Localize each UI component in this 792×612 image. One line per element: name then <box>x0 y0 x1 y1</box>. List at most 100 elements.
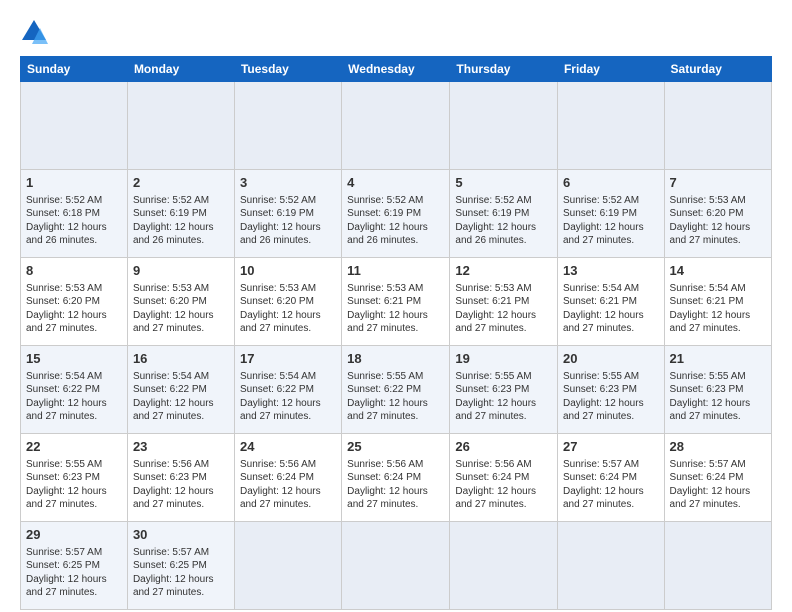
calendar-cell: 29 Sunrise: 5:57 AM Sunset: 6:25 PM Dayli… <box>21 522 128 610</box>
logo <box>20 18 52 46</box>
day-info: Sunrise: 5:52 AM Sunset: 6:19 PM Dayligh… <box>347 194 444 248</box>
day-number: 28 <box>670 438 766 456</box>
day-info: Sunrise: 5:55 AM Sunset: 6:23 PM Dayligh… <box>563 370 659 424</box>
day-number: 13 <box>563 262 659 280</box>
day-number: 17 <box>240 350 336 368</box>
calendar-cell <box>557 522 664 610</box>
day-info: Sunrise: 5:54 AM Sunset: 6:22 PM Dayligh… <box>26 370 122 424</box>
calendar-cell: 26Sunrise: 5:56 AM Sunset: 6:24 PM Dayli… <box>450 434 558 522</box>
day-number: 27 <box>563 438 659 456</box>
day-number: 22 <box>26 438 122 456</box>
calendar-cell <box>21 82 128 170</box>
day-number: 15 <box>26 350 122 368</box>
calendar-day-header: Friday <box>557 57 664 82</box>
day-number: 18 <box>347 350 444 368</box>
day-info: Sunrise: 5:56 AM Sunset: 6:24 PM Dayligh… <box>455 458 552 512</box>
calendar-day-header: Monday <box>127 57 234 82</box>
day-number: 16 <box>133 350 229 368</box>
calendar-cell: 18 Sunrise: 5:55 AM Sunset: 6:22 PM Dayli… <box>342 346 450 434</box>
day-number: 3 <box>240 174 336 192</box>
day-info: Sunrise: 5:53 AM Sunset: 6:20 PM Dayligh… <box>26 282 122 336</box>
day-number: 29 <box>26 526 122 544</box>
day-info: Sunrise: 5:54 AM Sunset: 6:22 PM Dayligh… <box>240 370 336 424</box>
calendar-cell: 19 Sunrise: 5:55 AM Sunset: 6:23 PM Dayli… <box>450 346 558 434</box>
day-number: 12 <box>455 262 552 280</box>
day-number: 14 <box>670 262 766 280</box>
day-number: 19 <box>455 350 552 368</box>
calendar-cell: 25 Sunrise: 5:56 AM Sunset: 6:24 PM Dayli… <box>342 434 450 522</box>
calendar-cell: 23Sunrise: 5:56 AM Sunset: 6:23 PM Dayli… <box>127 434 234 522</box>
calendar-cell: 12 Sunrise: 5:53 AM Sunset: 6:21 PM Dayli… <box>450 258 558 346</box>
day-info: Sunrise: 5:56 AM Sunset: 6:24 PM Dayligh… <box>347 458 444 512</box>
calendar-table: SundayMondayTuesdayWednesdayThursdayFrid… <box>20 56 772 610</box>
calendar-cell: 8 Sunrise: 5:53 AM Sunset: 6:20 PM Daylig… <box>21 258 128 346</box>
day-number: 25 <box>347 438 444 456</box>
calendar-cell: 7 Sunrise: 5:53 AM Sunset: 6:20 PM Daylig… <box>664 170 771 258</box>
day-number: 9 <box>133 262 229 280</box>
day-info: Sunrise: 5:53 AM Sunset: 6:21 PM Dayligh… <box>347 282 444 336</box>
calendar-cell <box>450 82 558 170</box>
day-number: 6 <box>563 174 659 192</box>
day-info: Sunrise: 5:52 AM Sunset: 6:19 PM Dayligh… <box>563 194 659 248</box>
day-number: 5 <box>455 174 552 192</box>
calendar-cell: 16 Sunrise: 5:54 AM Sunset: 6:22 PM Dayli… <box>127 346 234 434</box>
calendar-cell: 1 Sunrise: 5:52 AM Sunset: 6:18 PM Daylig… <box>21 170 128 258</box>
calendar-cell: 6 Sunrise: 5:52 AM Sunset: 6:19 PM Daylig… <box>557 170 664 258</box>
day-info: Sunrise: 5:57 AM Sunset: 6:25 PM Dayligh… <box>26 546 122 600</box>
calendar-day-header: Saturday <box>664 57 771 82</box>
calendar-cell: 27Sunrise: 5:57 AM Sunset: 6:24 PM Dayli… <box>557 434 664 522</box>
day-info: Sunrise: 5:54 AM Sunset: 6:22 PM Dayligh… <box>133 370 229 424</box>
day-number: 7 <box>670 174 766 192</box>
calendar-cell <box>664 82 771 170</box>
day-info: Sunrise: 5:52 AM Sunset: 6:19 PM Dayligh… <box>240 194 336 248</box>
day-number: 20 <box>563 350 659 368</box>
calendar-cell: 22 Sunrise: 5:55 AM Sunset: 6:23 PM Dayli… <box>21 434 128 522</box>
calendar-cell: 11 Sunrise: 5:53 AM Sunset: 6:21 PM Dayli… <box>342 258 450 346</box>
day-number: 1 <box>26 174 122 192</box>
calendar-cell: 14 Sunrise: 5:54 AM Sunset: 6:21 PM Dayli… <box>664 258 771 346</box>
day-info: Sunrise: 5:52 AM Sunset: 6:19 PM Dayligh… <box>133 194 229 248</box>
calendar-cell <box>127 82 234 170</box>
day-number: 11 <box>347 262 444 280</box>
day-number: 24 <box>240 438 336 456</box>
day-info: Sunrise: 5:53 AM Sunset: 6:20 PM Dayligh… <box>670 194 766 248</box>
day-info: Sunrise: 5:53 AM Sunset: 6:20 PM Dayligh… <box>240 282 336 336</box>
day-info: Sunrise: 5:55 AM Sunset: 6:23 PM Dayligh… <box>670 370 766 424</box>
calendar-header-row: SundayMondayTuesdayWednesdayThursdayFrid… <box>21 57 772 82</box>
calendar-cell <box>557 82 664 170</box>
day-number: 23 <box>133 438 229 456</box>
calendar-cell: 21 Sunrise: 5:55 AM Sunset: 6:23 PM Dayli… <box>664 346 771 434</box>
calendar-cell: 10 Sunrise: 5:53 AM Sunset: 6:20 PM Dayli… <box>234 258 341 346</box>
day-info: Sunrise: 5:55 AM Sunset: 6:22 PM Dayligh… <box>347 370 444 424</box>
day-info: Sunrise: 5:52 AM Sunset: 6:19 PM Dayligh… <box>455 194 552 248</box>
calendar-cell: 17 Sunrise: 5:54 AM Sunset: 6:22 PM Dayli… <box>234 346 341 434</box>
calendar-cell <box>342 82 450 170</box>
calendar-body: 1 Sunrise: 5:52 AM Sunset: 6:18 PM Daylig… <box>21 82 772 610</box>
day-info: Sunrise: 5:54 AM Sunset: 6:21 PM Dayligh… <box>670 282 766 336</box>
day-info: Sunrise: 5:53 AM Sunset: 6:21 PM Dayligh… <box>455 282 552 336</box>
day-number: 10 <box>240 262 336 280</box>
calendar-day-header: Sunday <box>21 57 128 82</box>
calendar-cell <box>450 522 558 610</box>
day-info: Sunrise: 5:57 AM Sunset: 6:24 PM Dayligh… <box>670 458 766 512</box>
day-info: Sunrise: 5:55 AM Sunset: 6:23 PM Dayligh… <box>26 458 122 512</box>
day-info: Sunrise: 5:55 AM Sunset: 6:23 PM Dayligh… <box>455 370 552 424</box>
day-number: 30 <box>133 526 229 544</box>
day-number: 8 <box>26 262 122 280</box>
calendar-cell: 4Sunrise: 5:52 AM Sunset: 6:19 PM Daylig… <box>342 170 450 258</box>
calendar-cell: 13 Sunrise: 5:54 AM Sunset: 6:21 PM Dayli… <box>557 258 664 346</box>
calendar-cell: 2Sunrise: 5:52 AM Sunset: 6:19 PM Daylig… <box>127 170 234 258</box>
logo-icon <box>20 18 48 46</box>
day-info: Sunrise: 5:53 AM Sunset: 6:20 PM Dayligh… <box>133 282 229 336</box>
day-info: Sunrise: 5:54 AM Sunset: 6:21 PM Dayligh… <box>563 282 659 336</box>
day-info: Sunrise: 5:57 AM Sunset: 6:25 PM Dayligh… <box>133 546 229 600</box>
day-info: Sunrise: 5:52 AM Sunset: 6:18 PM Dayligh… <box>26 194 122 248</box>
calendar-cell: 9 Sunrise: 5:53 AM Sunset: 6:20 PM Daylig… <box>127 258 234 346</box>
calendar-day-header: Tuesday <box>234 57 341 82</box>
calendar-cell: 5 Sunrise: 5:52 AM Sunset: 6:19 PM Daylig… <box>450 170 558 258</box>
day-number: 21 <box>670 350 766 368</box>
calendar-cell: 30 Sunrise: 5:57 AM Sunset: 6:25 PM Dayli… <box>127 522 234 610</box>
calendar-day-header: Thursday <box>450 57 558 82</box>
day-info: Sunrise: 5:56 AM Sunset: 6:24 PM Dayligh… <box>240 458 336 512</box>
calendar-cell: 28 Sunrise: 5:57 AM Sunset: 6:24 PM Dayli… <box>664 434 771 522</box>
